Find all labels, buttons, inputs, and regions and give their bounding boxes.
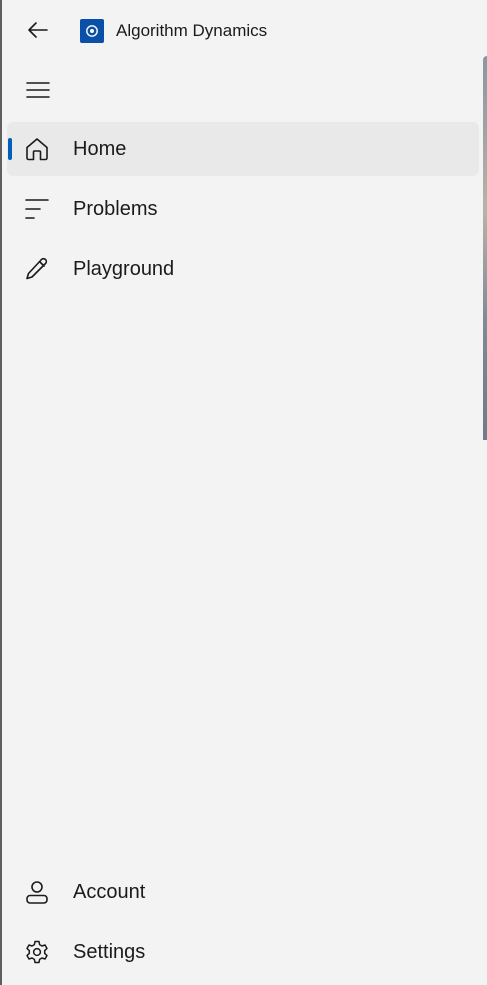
nav-item-label: Settings: [73, 941, 146, 963]
nav-item-playground[interactable]: Playground: [7, 242, 479, 296]
window-left-border: [0, 0, 2, 985]
back-arrow-icon: [28, 22, 48, 38]
navigation-pane-window: Algorithm Dynamics Home Problems Playgro…: [0, 0, 487, 985]
selection-indicator: [8, 138, 12, 160]
title-bar: Algorithm Dynamics: [0, 0, 487, 60]
nav-item-home[interactable]: Home: [7, 122, 479, 176]
back-button[interactable]: [20, 12, 56, 48]
hamburger-menu-icon: [26, 82, 50, 98]
nav-item-label: Account: [73, 881, 146, 903]
nav-item-problems[interactable]: Problems: [7, 182, 479, 236]
person-icon: [23, 878, 51, 906]
nav-item-label: Home: [73, 138, 127, 160]
app-logo-icon: [80, 19, 104, 43]
hamburger-menu-button[interactable]: [18, 70, 58, 110]
list-icon: [23, 195, 51, 223]
nav-item-label: Problems: [73, 198, 158, 220]
app-title: Algorithm Dynamics: [116, 21, 268, 40]
background-content-strip: [483, 56, 487, 440]
gear-icon: [23, 938, 51, 966]
nav-item-account[interactable]: Account: [7, 865, 479, 919]
pencil-icon: [23, 255, 51, 283]
home-icon: [23, 135, 51, 163]
nav-item-label: Playground: [73, 258, 175, 280]
nav-item-settings[interactable]: Settings: [7, 925, 479, 979]
